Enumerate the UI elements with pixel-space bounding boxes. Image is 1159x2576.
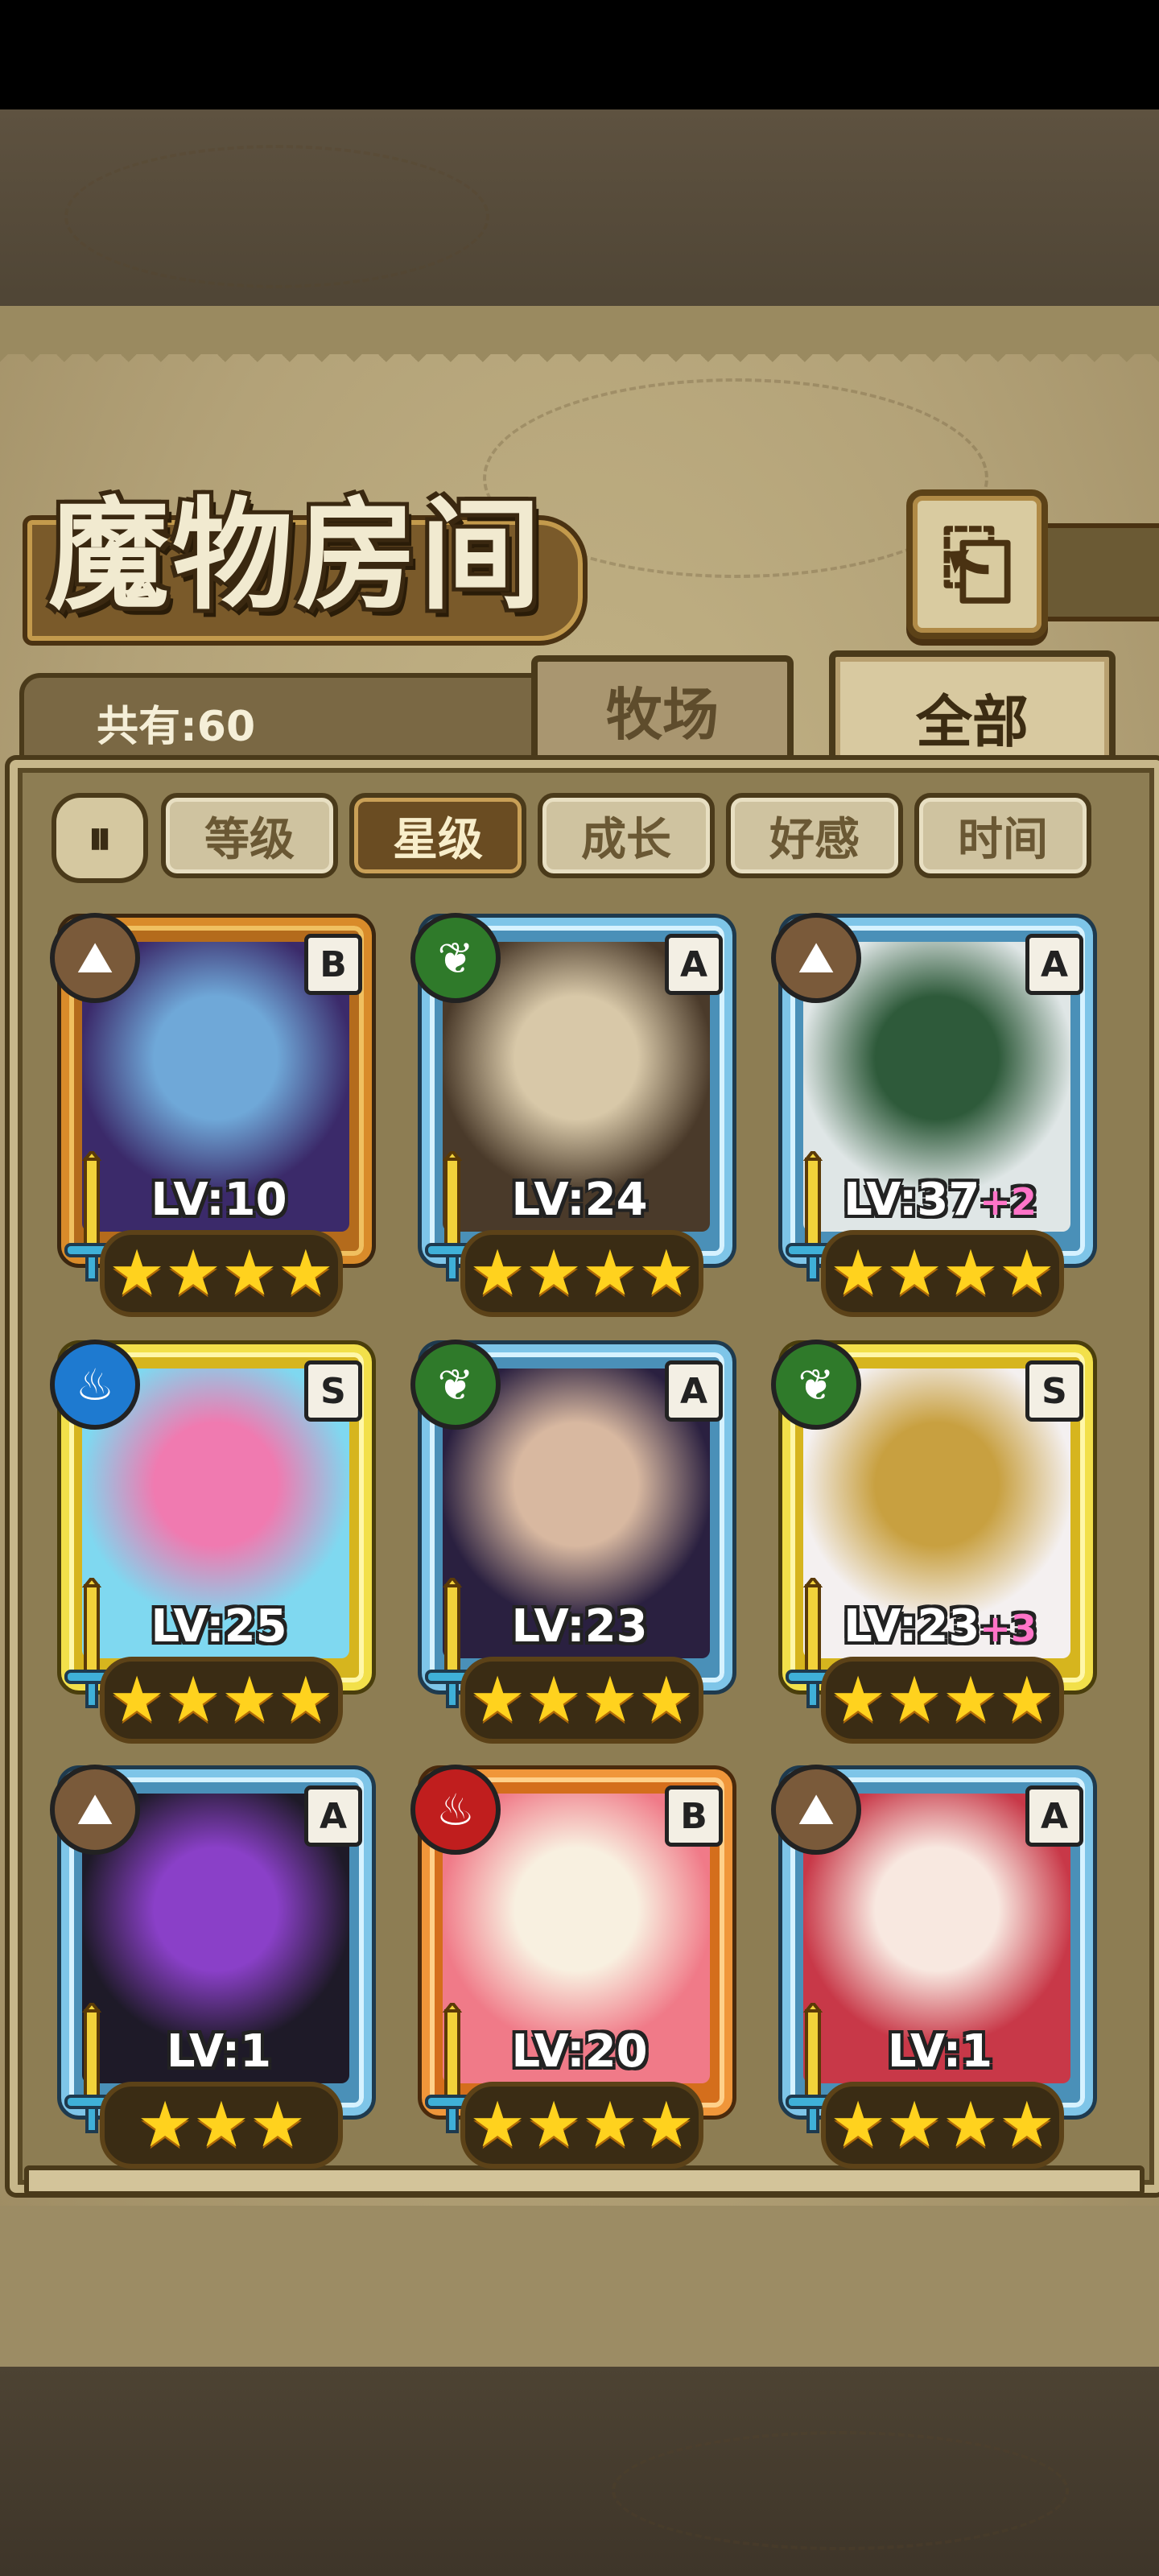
tab-all[interactable]: 全部 (829, 650, 1116, 778)
leaf-element-icon: ❦ (410, 1340, 501, 1430)
monster-card[interactable]: ⛰ A LV:1 ★★★ (50, 1765, 383, 2169)
level-bonus: +3 (980, 1607, 1037, 1650)
level-bonus: +2 (980, 1180, 1037, 1224)
earth-element-icon: ⛰ (771, 1765, 861, 1855)
monster-level: LV:20 (459, 2025, 700, 2078)
level-text: LV:10 (151, 1174, 287, 1226)
star-rating: ★★★★ (460, 2082, 703, 2169)
tab-farm[interactable]: 牧场 (531, 655, 794, 758)
rank-badge: A (304, 1785, 362, 1847)
star-rating: ★★★★ (821, 2082, 1064, 2169)
leaf-element-icon: ❦ (771, 1340, 861, 1430)
rank-badge: A (1025, 1785, 1083, 1847)
rank-badge: B (665, 1785, 723, 1847)
monster-card[interactable]: ♨ B LV:20 ★★★★ (410, 1765, 744, 2169)
rank-badge: A (665, 1360, 723, 1422)
monster-count: 共有:60 (97, 703, 256, 751)
level-text: LV:20 (511, 2025, 648, 2078)
rank-badge: S (1025, 1360, 1083, 1422)
leaf-element-icon: ❦ (410, 913, 501, 1003)
monster-level: LV:1 (98, 2025, 340, 2078)
monster-card[interactable]: ❦ A LV:24 ★★★★ (410, 913, 744, 1317)
back-button-rail (1038, 523, 1159, 621)
star-rating: ★★★ (100, 2082, 343, 2169)
monster-level: LV:25 (98, 1600, 340, 1653)
monster-card[interactable]: ⛰ B LV:10 ★★★★ (50, 913, 383, 1317)
sort-affection-button[interactable]: 好感 (726, 793, 903, 878)
level-text: LV:37 (843, 1174, 980, 1226)
earth-element-icon: ⛰ (50, 913, 140, 1003)
monster-card[interactable]: ❦ S LV:23+3 ★★★★ (771, 1340, 1104, 1744)
monster-card[interactable]: ♨ S LV:25 ★★★★ (50, 1340, 383, 1744)
monster-level: LV:1 (819, 2025, 1061, 2078)
pause-sort-icon: ⏸ (88, 810, 112, 866)
page-title: 魔物房间 (48, 485, 545, 626)
water-element-icon: ♨ (50, 1340, 140, 1430)
star-rating: ★★★★ (100, 1657, 343, 1744)
monster-level: LV:23 (459, 1600, 700, 1653)
level-text: LV:1 (887, 2025, 993, 2078)
panel-bottom-rail (24, 2165, 1145, 2196)
sort-star-button[interactable]: 星级 (349, 793, 526, 878)
monster-level: LV:24 (459, 1174, 700, 1226)
sort-level-button[interactable]: 等级 (161, 793, 338, 878)
monster-level: LV:23+3 (819, 1600, 1061, 1653)
rank-badge: B (304, 934, 362, 995)
star-rating: ★★★★ (460, 1230, 703, 1317)
zigzag-edge-bottom (0, 2278, 1159, 2310)
sort-time-button[interactable]: 时间 (914, 793, 1091, 878)
earth-element-icon: ⛰ (50, 1765, 140, 1855)
star-rating: ★★★★ (821, 1657, 1064, 1744)
level-text: LV:23 (843, 1600, 980, 1653)
fire-element-icon: ♨ (410, 1765, 501, 1855)
monster-card[interactable]: ⛰ A LV:37+2 ★★★★ (771, 913, 1104, 1317)
map-coastline-decoration (64, 145, 489, 288)
status-bar (0, 0, 1159, 109)
back-arrow-icon: ⎗ (942, 512, 1013, 615)
rank-badge: A (1025, 934, 1083, 995)
level-text: LV:25 (151, 1600, 287, 1653)
star-rating: ★★★★ (821, 1230, 1064, 1317)
back-button[interactable]: ⎗ (906, 489, 1048, 639)
rank-badge: S (304, 1360, 362, 1422)
level-text: LV:1 (166, 2025, 272, 2078)
monster-card[interactable]: ⛰ A LV:1 ★★★★ (771, 1765, 1104, 2169)
earth-element-icon: ⛰ (771, 913, 861, 1003)
monster-card[interactable]: ❦ A LV:23 ★★★★ (410, 1340, 744, 1744)
monster-level: LV:10 (98, 1174, 340, 1226)
sort-growth-button[interactable]: 成长 (538, 793, 715, 878)
map-coastline-decoration (612, 2431, 1069, 2550)
star-rating: ★★★★ (100, 1230, 343, 1317)
sort-order-toggle[interactable]: ⏸ (52, 793, 148, 883)
zigzag-edge-top (0, 346, 1159, 378)
level-text: LV:24 (511, 1174, 648, 1226)
monster-level: LV:37+2 (819, 1174, 1061, 1226)
rank-badge: A (665, 934, 723, 995)
star-rating: ★★★★ (460, 1657, 703, 1744)
level-text: LV:23 (511, 1600, 648, 1653)
